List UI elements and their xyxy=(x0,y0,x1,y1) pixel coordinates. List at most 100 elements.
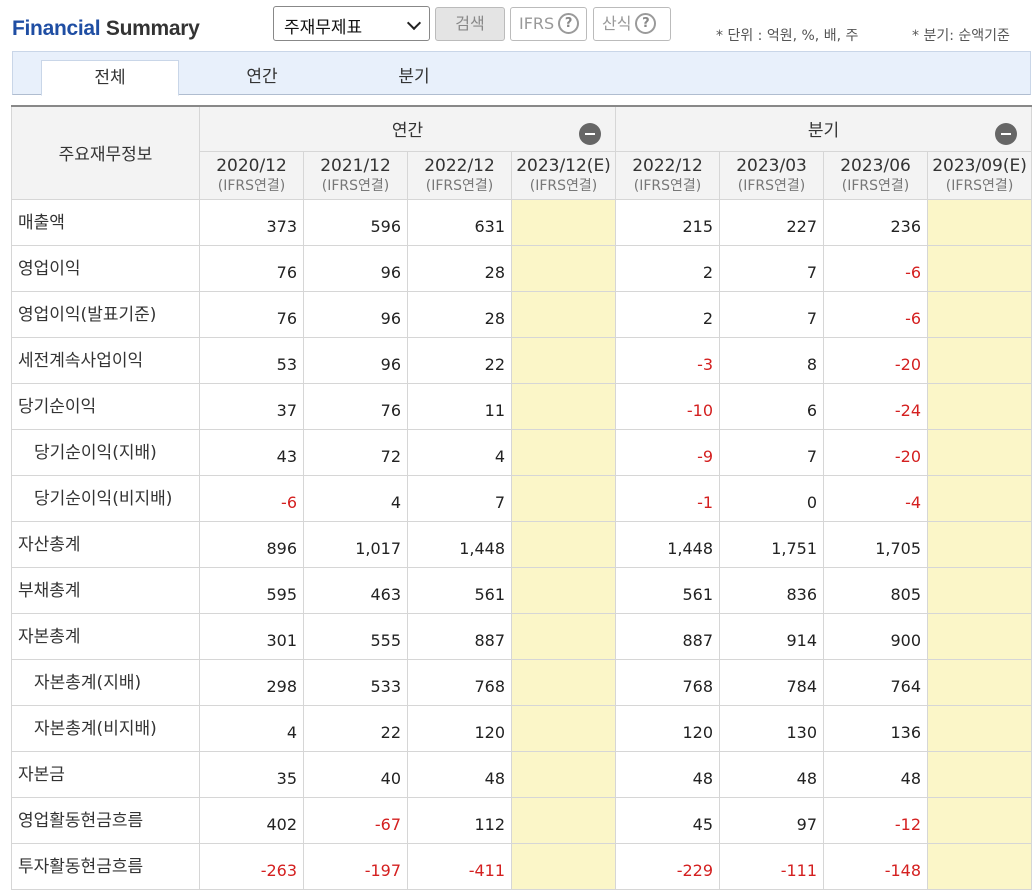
value-cell: -263 xyxy=(199,842,304,890)
value-cell: 1,705 xyxy=(823,520,929,568)
value-cell: 96 xyxy=(303,244,408,292)
collapse-quarter-icon[interactable] xyxy=(995,123,1018,145)
row-label: 부채총계 xyxy=(11,566,200,614)
table-row: 자산총계 896 1,017 1,448 1,448 1,751 1,705 xyxy=(11,520,1033,568)
value-cell xyxy=(927,704,1033,752)
row-label: 자본총계(지배) xyxy=(11,658,200,706)
value-cell: -1 xyxy=(615,474,721,522)
value-cell xyxy=(510,658,617,706)
period-label: 2021/12 xyxy=(320,156,391,176)
value-cell: 596 xyxy=(303,198,408,246)
value-cell: 463 xyxy=(303,566,408,614)
value-cell: 45 xyxy=(615,796,721,844)
value-cell: 7 xyxy=(719,290,825,338)
value-cell: -6 xyxy=(199,474,304,522)
value-cell: 768 xyxy=(407,658,512,706)
table-row: 자본총계(지배) 298 533 768 768 784 764 xyxy=(11,658,1033,706)
value-cell xyxy=(510,704,617,752)
ifrs-label: IFRS xyxy=(519,14,555,33)
value-cell: -148 xyxy=(823,842,929,890)
table-row: 영업이익(발표기준) 76 96 28 2 7 -6 xyxy=(11,290,1033,338)
value-cell: 76 xyxy=(303,382,408,430)
value-cell: 561 xyxy=(615,566,721,614)
value-cell xyxy=(927,750,1033,798)
value-cell xyxy=(927,290,1033,338)
collapse-annual-icon[interactable] xyxy=(579,123,602,145)
value-cell: 136 xyxy=(823,704,929,752)
value-cell: 1,751 xyxy=(719,520,825,568)
tab-annual[interactable]: 연간 xyxy=(193,60,331,96)
corner-header: 주요재무정보 xyxy=(11,105,200,200)
value-cell xyxy=(510,474,617,522)
period-header: 2023/06 (IFRS연결) xyxy=(823,150,929,200)
question-icon: ? xyxy=(635,12,657,34)
table-row: 당기순이익 37 76 11 -10 6 -24 xyxy=(11,382,1033,430)
value-cell: 53 xyxy=(199,336,304,384)
tab-quarterly[interactable]: 분기 xyxy=(345,60,483,96)
period-label: 2023/09(E) xyxy=(932,156,1027,176)
chevron-down-icon xyxy=(406,15,422,31)
value-cell: -20 xyxy=(823,336,929,384)
row-label: 자본금 xyxy=(11,750,200,798)
value-cell: 1,448 xyxy=(615,520,721,568)
formula-help-button[interactable]: 산식? xyxy=(593,7,671,41)
row-label: 영업이익 xyxy=(11,244,200,292)
value-cell: 7 xyxy=(719,244,825,292)
period-basis: (IFRS연결) xyxy=(633,178,702,194)
row-label: 세전계속사업이익 xyxy=(11,336,200,384)
value-cell: 1,017 xyxy=(303,520,408,568)
row-label: 당기순이익 xyxy=(11,382,200,430)
period-header: 2023/03 (IFRS연결) xyxy=(719,150,825,200)
value-cell xyxy=(510,566,617,614)
value-cell: 96 xyxy=(303,336,408,384)
row-label: 자본총계(비지배) xyxy=(11,704,200,752)
period-label: 2023/06 xyxy=(840,156,911,176)
search-button[interactable]: 검색 xyxy=(435,7,505,41)
value-cell xyxy=(927,382,1033,430)
value-cell: 7 xyxy=(719,428,825,476)
tab-all[interactable]: 전체 xyxy=(41,60,179,96)
value-cell: 28 xyxy=(407,290,512,338)
period-label: 2022/12 xyxy=(424,156,495,176)
row-label: 당기순이익(비지배) xyxy=(11,474,200,522)
row-label: 자산총계 xyxy=(11,520,200,568)
value-cell: 887 xyxy=(407,612,512,660)
value-cell: -4 xyxy=(823,474,929,522)
row-label: 투자활동현금흐름 xyxy=(11,842,200,890)
value-cell xyxy=(510,612,617,660)
value-cell: 112 xyxy=(407,796,512,844)
value-cell: 120 xyxy=(615,704,721,752)
statement-select[interactable]: 주재무제표 xyxy=(273,6,430,41)
value-cell: 120 xyxy=(407,704,512,752)
value-cell: 48 xyxy=(823,750,929,798)
quarter-group-label: 분기 xyxy=(807,121,840,142)
value-cell: 784 xyxy=(719,658,825,706)
formula-label: 산식 xyxy=(602,14,632,33)
value-cell: 595 xyxy=(199,566,304,614)
value-cell xyxy=(510,290,617,338)
quarter-group-header: 분기 xyxy=(615,105,1033,152)
value-cell: 4 xyxy=(407,428,512,476)
value-cell xyxy=(927,244,1033,292)
table-row: 부채총계 595 463 561 561 836 805 xyxy=(11,566,1033,614)
period-header: 2022/12 (IFRS연결) xyxy=(407,150,512,200)
row-label: 영업이익(발표기준) xyxy=(11,290,200,338)
value-cell: 896 xyxy=(199,520,304,568)
period-header: 2023/12(E) (IFRS연결) xyxy=(510,150,617,200)
value-cell: 887 xyxy=(615,612,721,660)
value-cell: 40 xyxy=(303,750,408,798)
value-cell: -6 xyxy=(823,290,929,338)
value-cell: -6 xyxy=(823,244,929,292)
financial-table: 주요재무정보 연간 분기 2020/12 (IFRS연결) 2021/12 (IFRS… xyxy=(11,105,1035,890)
value-cell: 48 xyxy=(719,750,825,798)
value-cell: -9 xyxy=(615,428,721,476)
annual-group-label: 연간 xyxy=(391,121,424,142)
period-basis: (IFRS연결) xyxy=(841,178,910,194)
value-cell xyxy=(510,520,617,568)
unit-note: * 단위 : 억원, %, 배, 주 xyxy=(716,28,859,44)
period-basis: (IFRS연결) xyxy=(737,178,806,194)
ifrs-help-button[interactable]: IFRS? xyxy=(510,7,587,41)
value-cell: 301 xyxy=(199,612,304,660)
table-row: 영업이익 76 96 28 2 7 -6 xyxy=(11,244,1033,292)
value-cell: 97 xyxy=(719,796,825,844)
